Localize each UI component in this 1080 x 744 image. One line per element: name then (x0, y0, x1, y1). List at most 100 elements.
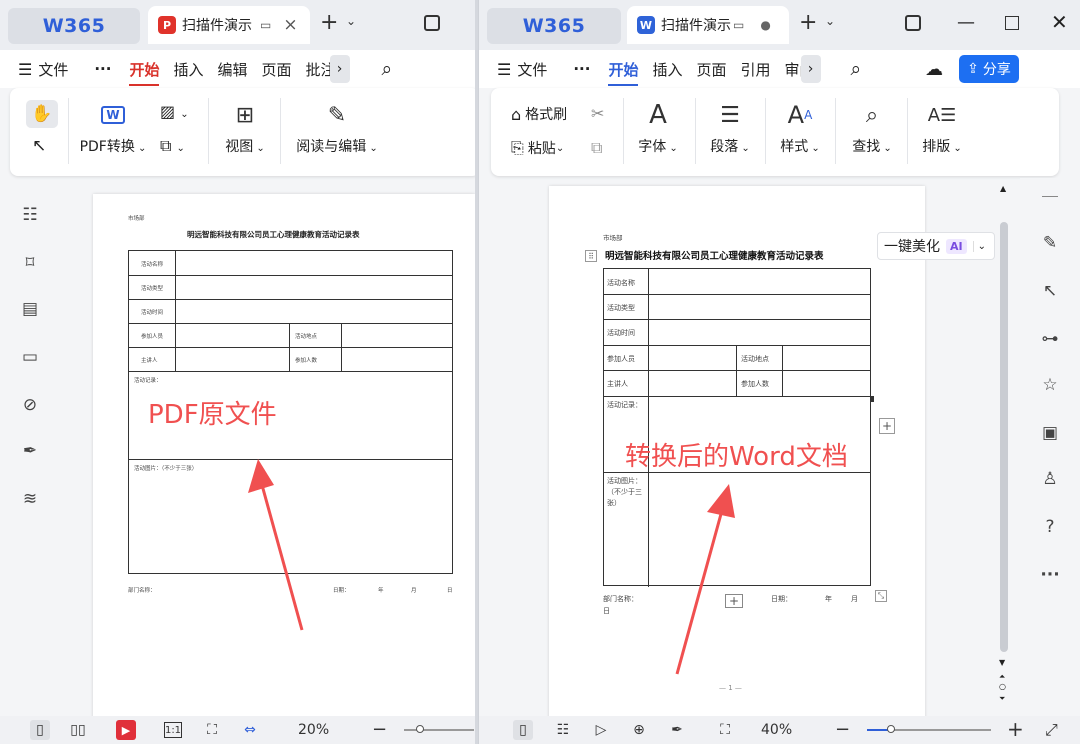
more-icon[interactable]: ··· (1039, 564, 1061, 586)
outline-view-icon[interactable]: ☷ (553, 720, 573, 740)
new-tab-plus-icon[interactable]: + (799, 10, 817, 35)
play-icon[interactable]: ▷ (591, 720, 611, 740)
scrollbar-thumb[interactable] (1000, 222, 1008, 652)
font-button[interactable]: A 字体 ⌄ (633, 100, 683, 156)
search-icon[interactable]: ⌕ (382, 58, 393, 80)
beautify-button[interactable]: 一键美化 AI ⌄ (877, 232, 995, 260)
image-edit-icon[interactable]: ▣ (1039, 422, 1061, 444)
format-brush-button[interactable]: ⌂ 格式刷 (511, 104, 567, 124)
menu-tab-page[interactable]: 页面 (697, 59, 727, 80)
hamburger-icon[interactable]: ☰ (18, 60, 32, 79)
find-button[interactable]: ⌕ 查找 ⌄ (847, 100, 897, 156)
select-arrow-icon[interactable]: ↖ (32, 136, 46, 156)
cloud-upload-icon[interactable]: ☁ (925, 59, 943, 80)
menu-tab-insert[interactable]: 插入 (652, 59, 682, 80)
page-view-icon[interactable]: ▯ (513, 720, 533, 740)
star-pointer-icon[interactable]: ☆ (1039, 374, 1061, 396)
view-button[interactable]: ⊞ 视图 ⌄ (220, 100, 270, 156)
tab-word-document[interactable]: W 扫描件演示 ▭ ● (627, 6, 789, 44)
menu-scroll-right-icon[interactable]: › (329, 55, 350, 83)
menu-tab-edit[interactable]: 编辑 (218, 59, 248, 80)
menu-file[interactable]: 文件 (517, 59, 547, 80)
menu-tab-page[interactable]: 页面 (262, 59, 292, 80)
fit-width-icon[interactable]: ⇔ (240, 720, 260, 740)
vertical-scrollbar[interactable]: ▲ ▼ ⏶ ○ ⏷ (997, 182, 1011, 712)
fit-page-icon[interactable]: ⛶ (202, 720, 222, 740)
paragraph-button[interactable]: ☰ 段落 ⌄ (705, 100, 755, 156)
help-icon[interactable]: ? (1039, 516, 1061, 538)
zoom-in-button[interactable]: + (1007, 717, 1024, 741)
table-move-handle-icon[interactable]: ⠿ (585, 250, 597, 262)
chevron-down-icon[interactable]: ⌄ (972, 240, 986, 252)
paste-button[interactable]: ⎘ 粘贴 ⌄ (511, 138, 564, 158)
maximize-button[interactable] (1005, 16, 1019, 30)
zoom-slider[interactable] (404, 729, 474, 731)
restore-window-icon[interactable] (424, 15, 440, 31)
collapse-handle[interactable] (1042, 196, 1058, 197)
menu-tab-insert[interactable]: 插入 (173, 59, 203, 80)
copy-icon[interactable]: ⧉ (591, 138, 602, 158)
comment-icon[interactable]: ▭ (19, 346, 41, 368)
new-tab-plus-icon[interactable]: + (320, 10, 338, 35)
pdf-convert-button[interactable]: W PDF转换 ⌄ (80, 100, 146, 156)
menu-tab-start[interactable]: 开始 (608, 59, 639, 86)
close-window-button[interactable]: ✕ (1051, 10, 1068, 34)
zoom-out-button[interactable]: − (835, 719, 850, 740)
cut-icon[interactable]: ✂ (591, 104, 604, 123)
signature-icon[interactable]: ✒ (19, 440, 41, 462)
fit-page-icon[interactable]: ⛶ (715, 720, 735, 740)
w365-logo[interactable]: W365 (8, 8, 140, 44)
chevron-down-icon[interactable]: ⌄ (825, 14, 835, 28)
close-tab-button[interactable]: × (283, 15, 297, 35)
scroll-down-icon[interactable]: ▼ (999, 658, 1005, 667)
hand-tool-icon[interactable]: ✋ (26, 100, 58, 128)
zoom-level[interactable]: 40% (761, 722, 792, 738)
page-thumbnail-icon[interactable]: ▤ (19, 298, 41, 320)
table-resize-handle-icon[interactable]: ⤡ (875, 590, 887, 602)
menu-more[interactable]: ··· (94, 60, 111, 78)
minimize-button[interactable]: — (957, 12, 975, 33)
prev-page-icon[interactable]: ⏶ (999, 672, 1005, 682)
menu-more[interactable]: ··· (573, 60, 590, 78)
menu-file[interactable]: 文件 (38, 59, 68, 80)
copy-page-icon[interactable]: ⧉ ⌄ (160, 136, 185, 156)
search-icon[interactable]: ⌕ (851, 58, 862, 80)
zoom-out-button[interactable]: − (372, 719, 387, 740)
tab-pdf-document[interactable]: P 扫描件演示 ▭ × (148, 6, 310, 44)
highlighter-icon[interactable]: ✎ (1039, 232, 1061, 254)
menu-tab-comment[interactable]: 批注 (306, 59, 330, 80)
single-page-view-icon[interactable]: ▯ (30, 720, 50, 740)
hamburger-icon[interactable]: ☰ (497, 60, 511, 79)
play-icon[interactable]: ▶ (116, 720, 136, 740)
shirt-skin-icon[interactable]: ♙ (1039, 468, 1061, 490)
image-tool-icon[interactable]: ▨ ⌄ (160, 102, 189, 121)
attachment-icon[interactable]: ⊘ (19, 394, 41, 416)
outline-icon[interactable]: ☷ (19, 204, 41, 226)
fullscreen-icon[interactable]: ⤢ (1045, 720, 1058, 740)
w365-logo[interactable]: W365 (487, 8, 621, 44)
zoom-slider-handle[interactable] (416, 725, 424, 733)
pointer-icon[interactable]: ↖ (1039, 280, 1061, 302)
menu-tab-reference[interactable]: 引用 (741, 59, 771, 80)
zoom-slider[interactable] (867, 729, 991, 731)
layout-button[interactable]: A☰ 排版 ⌄ (917, 100, 967, 156)
next-page-icon[interactable]: ⏷ (999, 694, 1005, 704)
layers-icon[interactable]: ≋ (19, 488, 41, 510)
zoom-slider-handle[interactable] (887, 725, 895, 733)
menu-tab-start[interactable]: 开始 (129, 59, 160, 86)
scroll-top-icon[interactable]: ▲ (1000, 184, 1006, 193)
adjust-icon[interactable]: ⊶ (1039, 328, 1061, 350)
style-button[interactable]: AA 样式 ⌄ (775, 100, 825, 156)
web-layout-icon[interactable]: ⊕ (629, 720, 649, 740)
select-object-icon[interactable]: ○ (999, 682, 1006, 691)
actual-size-icon[interactable]: 1:1 (164, 722, 182, 738)
menu-tab-review[interactable]: 审阅 (785, 59, 801, 80)
double-page-view-icon[interactable]: ▯▯ (68, 720, 88, 740)
bookmark-icon[interactable]: ⌑ (19, 252, 41, 274)
pen-mode-icon[interactable]: ✒ (667, 720, 687, 740)
add-column-button[interactable]: + (879, 418, 895, 434)
zoom-level[interactable]: 20% (298, 722, 329, 738)
chevron-down-icon[interactable]: ⌄ (346, 14, 356, 28)
read-edit-button[interactable]: ✎ 阅读与编辑 ⌄ (292, 100, 382, 156)
share-button[interactable]: ⇪ 分享 (959, 55, 1019, 83)
